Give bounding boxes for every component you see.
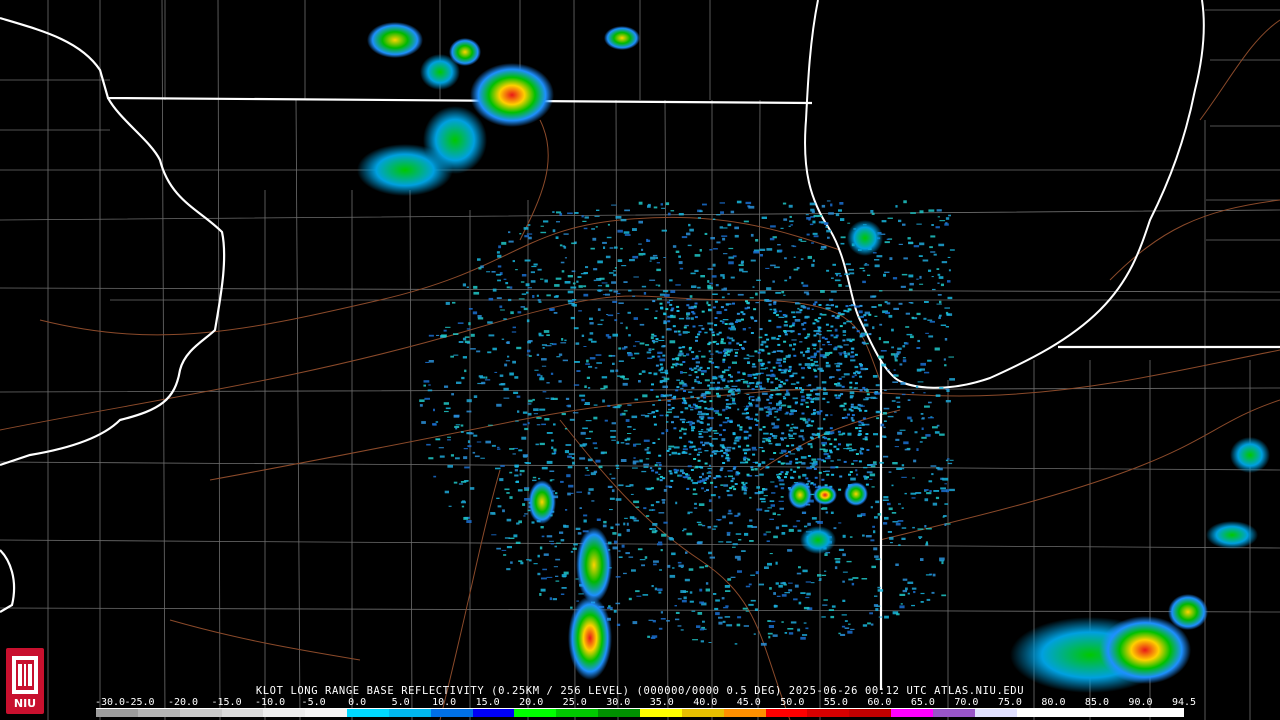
colorbar-segment: [556, 709, 599, 717]
colorbar-tick-label: 90.0: [1128, 697, 1153, 708]
colorbar-tick-label: 75.0: [997, 697, 1022, 708]
colorbar-tick-label: 60.0: [867, 697, 892, 708]
storm-cell-south-3: [568, 596, 612, 680]
colorbar-segment: [639, 709, 682, 717]
colorbar-segment: [974, 709, 1017, 717]
colorbar-segment: [1142, 709, 1184, 717]
colorbar-segment: [765, 709, 808, 717]
storm-cell-nw-3: [449, 38, 481, 66]
colorbar-tick-label: 50.0: [780, 697, 805, 708]
colorbar-tick-label: 35.0: [649, 697, 674, 708]
colorbar-segment: [430, 709, 473, 717]
colorbar-tick-label: 55.0: [823, 697, 848, 708]
storm-cell-nw-4: [470, 63, 554, 127]
colorbar-tick-label: 65.0: [910, 697, 935, 708]
colorbar-tick-label: 10.0: [432, 697, 457, 708]
colorbar-segment: [137, 709, 180, 717]
colorbar-segment: [849, 709, 892, 717]
colorbar-segment: [514, 709, 557, 717]
storm-cell-lake: [847, 220, 883, 256]
colorbar-tick-label: -15.0: [211, 697, 242, 708]
colorbar-segment: [472, 709, 515, 717]
colorbar-segment: [263, 709, 306, 717]
storm-cell-ne-small: [604, 26, 640, 50]
colorbar-tick-label: -25.0: [124, 697, 155, 708]
lake-michigan-shoreline: [804, 0, 1205, 389]
colorbar-segment: [932, 709, 975, 717]
radar-map: [0, 0, 1280, 720]
county-lines: [0, 0, 1280, 720]
colorbar-segment: [96, 709, 138, 717]
colorbar-segment: [807, 709, 850, 717]
colorbar-tick-label: -5.0: [301, 697, 326, 708]
colorbar-segment: [1058, 709, 1101, 717]
colorbar-tick-label: 85.0: [1084, 697, 1109, 708]
colorbar-segment: [347, 709, 389, 717]
storm-cell-indiana-2: [1206, 521, 1258, 549]
niu-logo-label: NIU: [13, 697, 37, 710]
reflectivity-colorbar: [96, 708, 1184, 717]
colorbar-segment: [305, 709, 348, 717]
storm-cell-indiana-1: [1230, 437, 1270, 473]
colorbar-segment: [891, 709, 933, 717]
highways: [0, 19, 1280, 720]
storm-cell-south-2: [576, 527, 612, 603]
colorbar-segment: [388, 709, 431, 717]
colorbar-segment: [221, 709, 264, 717]
colorbar-segment: [179, 709, 222, 717]
colorbar-tick-label: 30.0: [606, 697, 631, 708]
storm-cell-nw-6: [357, 144, 453, 196]
colorbar-segment: [723, 709, 766, 717]
colorbar-segment: [1100, 709, 1143, 717]
storm-cell-east-1: [788, 481, 812, 509]
colorbar-tick-label: -30.0: [94, 697, 126, 708]
storm-cell-south-1: [528, 480, 556, 524]
colorbar-tick-label: 94.5: [1171, 697, 1197, 708]
colorbar-tick-label: 0.0: [348, 697, 367, 708]
storm-cell-east-2: [813, 485, 837, 505]
state-borders: [0, 16, 1280, 690]
colorbar-tick-label: 70.0: [954, 697, 979, 708]
storm-cell-east-3: [844, 482, 868, 506]
radar-site-marker: [735, 393, 749, 407]
colorbar-segment: [681, 709, 724, 717]
colorbar-tick-label: 45.0: [736, 697, 761, 708]
colorbar-tick-label: 25.0: [562, 697, 587, 708]
storm-cell-se-3: [1168, 594, 1208, 630]
colorbar-tick-label: 40.0: [693, 697, 718, 708]
light-echo-field: [419, 200, 955, 646]
colorbar-tick-label: -20.0: [167, 697, 199, 708]
colorbar-tick-label: -10.0: [255, 697, 286, 708]
colorbar-segment: [1016, 709, 1059, 717]
colorbar-tick-label: 20.0: [519, 697, 544, 708]
storm-cell-nw-1: [367, 22, 423, 58]
colorbar-labels: -30.0 -25.0 -20.0 -15.0 -10.0 -5.0 0.0 5.0 10.0 1…: [94, 697, 1197, 708]
colorbar-segment: [598, 709, 640, 717]
colorbar-tick-label: 15.0: [475, 697, 500, 708]
colorbar-tick-label: 5.0: [391, 697, 410, 708]
storm-cell-east-4: [800, 526, 836, 554]
colorbar-tick-label: 80.0: [1041, 697, 1066, 708]
